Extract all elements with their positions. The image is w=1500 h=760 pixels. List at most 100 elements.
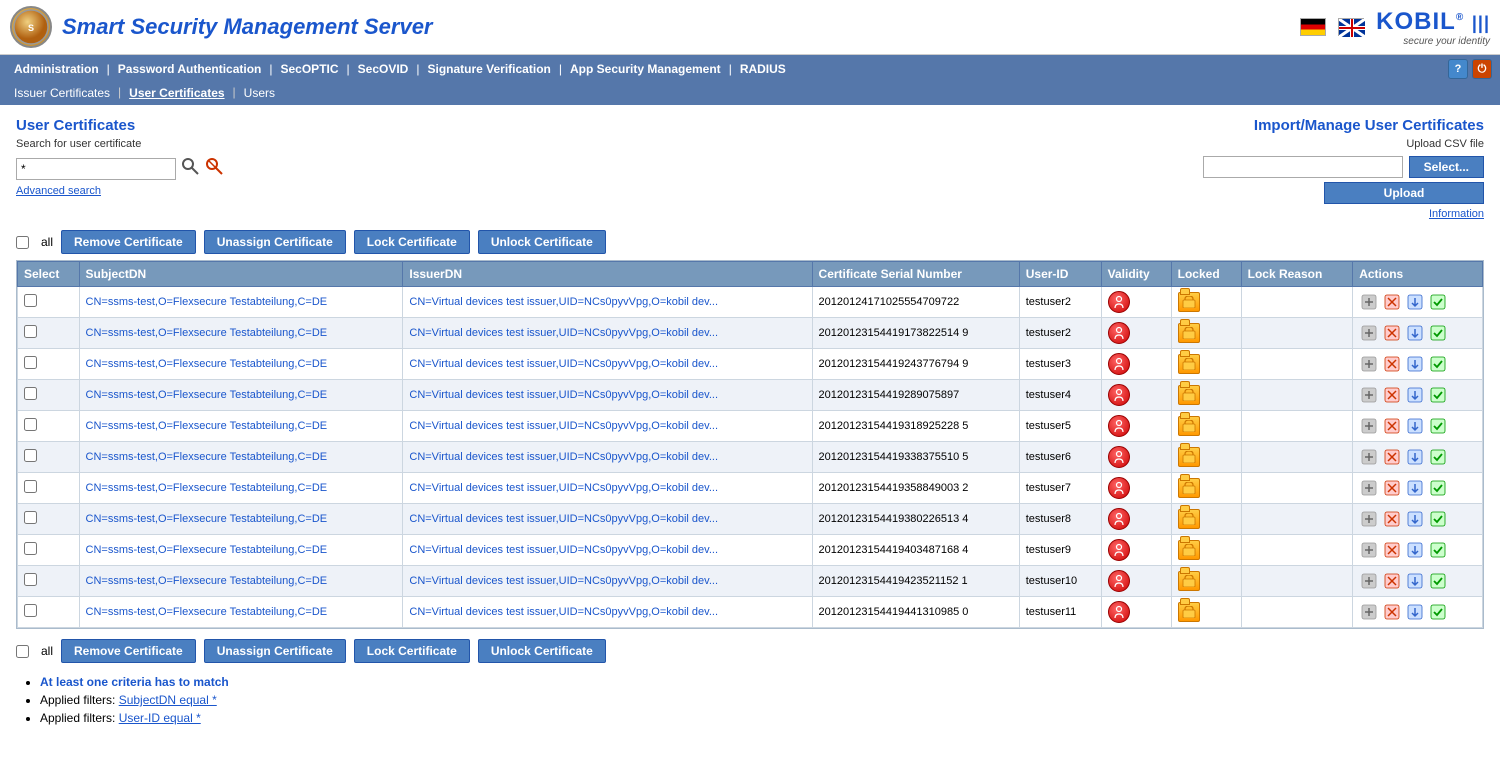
select-file-button[interactable]: Select... <box>1409 156 1484 178</box>
add-action-icon[interactable] <box>1359 385 1379 405</box>
issuer-dn-link[interactable]: CN=Virtual devices test issuer,UID=NCs0p… <box>409 482 718 494</box>
filter2-link[interactable]: User-ID equal * <box>119 711 201 725</box>
subject-dn-link[interactable]: CN=ssms-test,O=Flexsecure Testabteilung,… <box>86 544 328 556</box>
row-checkbox[interactable] <box>24 604 37 617</box>
unassign-certificate-button-top[interactable]: Unassign Certificate <box>204 230 346 254</box>
issuer-dn-link[interactable]: CN=Virtual devices test issuer,UID=NCs0p… <box>409 420 718 432</box>
nav-secovid[interactable]: SecOVID <box>352 60 415 78</box>
nav-password-authentication[interactable]: Password Authentication <box>112 60 268 78</box>
assign-action-icon[interactable] <box>1428 447 1448 467</box>
download-action-icon[interactable] <box>1405 385 1425 405</box>
filter1-link[interactable]: SubjectDN equal * <box>119 693 217 707</box>
unlock-certificate-button-top[interactable]: Unlock Certificate <box>478 230 606 254</box>
upload-button[interactable]: Upload <box>1324 182 1484 204</box>
subject-dn-link[interactable]: CN=ssms-test,O=Flexsecure Testabteilung,… <box>86 513 328 525</box>
delete-action-icon[interactable] <box>1382 385 1402 405</box>
information-link[interactable]: Information <box>1203 208 1484 220</box>
lock-certificate-button-bottom[interactable]: Lock Certificate <box>354 639 470 663</box>
issuer-dn-link[interactable]: CN=Virtual devices test issuer,UID=NCs0p… <box>409 389 718 401</box>
assign-action-icon[interactable] <box>1428 385 1448 405</box>
download-action-icon[interactable] <box>1405 292 1425 312</box>
issuer-dn-link[interactable]: CN=Virtual devices test issuer,UID=NCs0p… <box>409 544 718 556</box>
download-action-icon[interactable] <box>1405 571 1425 591</box>
flag-uk[interactable] <box>1338 18 1364 36</box>
flag-german[interactable] <box>1300 18 1326 36</box>
delete-action-icon[interactable] <box>1382 478 1402 498</box>
add-action-icon[interactable] <box>1359 571 1379 591</box>
assign-action-icon[interactable] <box>1428 571 1448 591</box>
delete-action-icon[interactable] <box>1382 447 1402 467</box>
subject-dn-link[interactable]: CN=ssms-test,O=Flexsecure Testabteilung,… <box>86 327 328 339</box>
nav-app-security[interactable]: App Security Management <box>564 60 727 78</box>
search-input[interactable] <box>16 158 176 180</box>
nav-signature-verification[interactable]: Signature Verification <box>421 60 556 78</box>
assign-action-icon[interactable] <box>1428 509 1448 529</box>
delete-action-icon[interactable] <box>1382 292 1402 312</box>
subject-dn-link[interactable]: CN=ssms-test,O=Flexsecure Testabteilung,… <box>86 296 328 308</box>
nav-secoptic[interactable]: SecOPTIC <box>275 60 345 78</box>
add-action-icon[interactable] <box>1359 602 1379 622</box>
assign-action-icon[interactable] <box>1428 323 1448 343</box>
assign-action-icon[interactable] <box>1428 354 1448 374</box>
csv-file-input[interactable] <box>1203 156 1403 178</box>
unlock-certificate-button-bottom[interactable]: Unlock Certificate <box>478 639 606 663</box>
row-checkbox[interactable] <box>24 480 37 493</box>
issuer-dn-link[interactable]: CN=Virtual devices test issuer,UID=NCs0p… <box>409 513 718 525</box>
row-checkbox[interactable] <box>24 573 37 586</box>
download-action-icon[interactable] <box>1405 509 1425 529</box>
issuer-dn-link[interactable]: CN=Virtual devices test issuer,UID=NCs0p… <box>409 575 718 587</box>
nav-radius[interactable]: RADIUS <box>734 60 792 78</box>
add-action-icon[interactable] <box>1359 323 1379 343</box>
assign-action-icon[interactable] <box>1428 416 1448 436</box>
add-action-icon[interactable] <box>1359 478 1379 498</box>
download-action-icon[interactable] <box>1405 323 1425 343</box>
row-checkbox[interactable] <box>24 418 37 431</box>
delete-action-icon[interactable] <box>1382 571 1402 591</box>
search-button[interactable] <box>180 156 200 181</box>
subject-dn-link[interactable]: CN=ssms-test,O=Flexsecure Testabteilung,… <box>86 606 328 618</box>
delete-action-icon[interactable] <box>1382 540 1402 560</box>
row-checkbox[interactable] <box>24 294 37 307</box>
lock-certificate-button-top[interactable]: Lock Certificate <box>354 230 470 254</box>
assign-action-icon[interactable] <box>1428 540 1448 560</box>
subnav-users[interactable]: Users <box>238 85 281 101</box>
delete-action-icon[interactable] <box>1382 602 1402 622</box>
download-action-icon[interactable] <box>1405 602 1425 622</box>
issuer-dn-link[interactable]: CN=Virtual devices test issuer,UID=NCs0p… <box>409 296 718 308</box>
download-action-icon[interactable] <box>1405 540 1425 560</box>
logout-button[interactable]: ⏻ <box>1472 59 1492 79</box>
delete-action-icon[interactable] <box>1382 354 1402 374</box>
row-checkbox[interactable] <box>24 449 37 462</box>
subject-dn-link[interactable]: CN=ssms-test,O=Flexsecure Testabteilung,… <box>86 482 328 494</box>
add-action-icon[interactable] <box>1359 416 1379 436</box>
row-checkbox[interactable] <box>24 542 37 555</box>
select-all-checkbox-top[interactable] <box>16 236 29 249</box>
issuer-dn-link[interactable]: CN=Virtual devices test issuer,UID=NCs0p… <box>409 358 718 370</box>
add-action-icon[interactable] <box>1359 447 1379 467</box>
row-checkbox[interactable] <box>24 387 37 400</box>
subnav-user-certificates[interactable]: User Certificates <box>123 85 230 101</box>
issuer-dn-link[interactable]: CN=Virtual devices test issuer,UID=NCs0p… <box>409 327 718 339</box>
add-action-icon[interactable] <box>1359 540 1379 560</box>
add-action-icon[interactable] <box>1359 292 1379 312</box>
remove-certificate-button-bottom[interactable]: Remove Certificate <box>61 639 196 663</box>
download-action-icon[interactable] <box>1405 447 1425 467</box>
assign-action-icon[interactable] <box>1428 602 1448 622</box>
nav-administration[interactable]: Administration <box>8 60 105 78</box>
subject-dn-link[interactable]: CN=ssms-test,O=Flexsecure Testabteilung,… <box>86 358 328 370</box>
delete-action-icon[interactable] <box>1382 416 1402 436</box>
subject-dn-link[interactable]: CN=ssms-test,O=Flexsecure Testabteilung,… <box>86 575 328 587</box>
remove-certificate-button-top[interactable]: Remove Certificate <box>61 230 196 254</box>
assign-action-icon[interactable] <box>1428 292 1448 312</box>
download-action-icon[interactable] <box>1405 478 1425 498</box>
subject-dn-link[interactable]: CN=ssms-test,O=Flexsecure Testabteilung,… <box>86 420 328 432</box>
unassign-certificate-button-bottom[interactable]: Unassign Certificate <box>204 639 346 663</box>
issuer-dn-link[interactable]: CN=Virtual devices test issuer,UID=NCs0p… <box>409 606 718 618</box>
subject-dn-link[interactable]: CN=ssms-test,O=Flexsecure Testabteilung,… <box>86 451 328 463</box>
row-checkbox[interactable] <box>24 325 37 338</box>
row-checkbox[interactable] <box>24 511 37 524</box>
select-all-checkbox-bottom[interactable] <box>16 645 29 658</box>
add-action-icon[interactable] <box>1359 354 1379 374</box>
row-checkbox[interactable] <box>24 356 37 369</box>
assign-action-icon[interactable] <box>1428 478 1448 498</box>
